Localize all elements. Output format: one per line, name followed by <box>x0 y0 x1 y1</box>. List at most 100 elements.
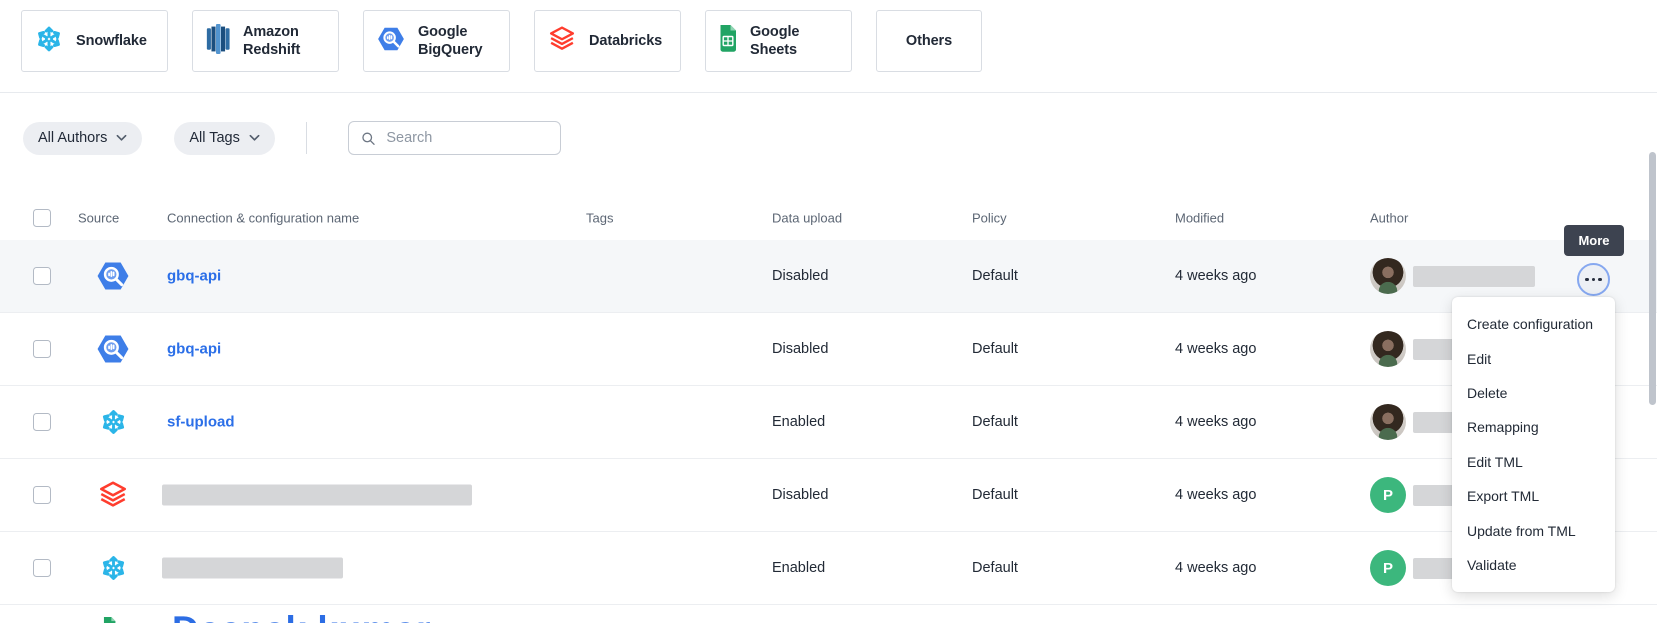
search-icon <box>361 130 376 147</box>
select-all-checkbox[interactable] <box>33 209 51 227</box>
row-checkbox[interactable] <box>33 486 51 504</box>
connector-card-snowflake[interactable]: Snowflake <box>21 10 168 72</box>
more-actions-button[interactable] <box>1577 263 1610 296</box>
connection-name-cell: gbq-api <box>167 268 221 285</box>
connector-card-label: Snowflake <box>76 32 147 50</box>
snowflake-icon <box>99 554 128 583</box>
modified-cell: 4 weeks ago <box>1175 560 1256 576</box>
table-row: sf-upload Enabled Default 4 weeks ago <box>0 386 1657 459</box>
ellipsis-icon <box>1585 278 1589 282</box>
chevron-down-icon <box>249 134 260 142</box>
connector-card-label: Google BigQuery <box>418 23 482 59</box>
google-bigquery-icon <box>95 258 131 294</box>
google-sheets-icon <box>718 25 738 52</box>
data-upload-cell: Disabled <box>772 268 828 284</box>
connector-card-google-bigquery[interactable]: Google BigQuery <box>363 10 510 72</box>
connection-name-cell <box>167 558 343 579</box>
data-upload-cell: Disabled <box>772 341 828 357</box>
connection-name-link[interactable]: sf-upload <box>167 414 235 431</box>
vertical-scrollbar-thumb[interactable] <box>1649 152 1656 405</box>
table-row: Disabled Default 4 weeks ago P <box>0 459 1657 532</box>
menu-item-edit-tml[interactable]: Edit TML <box>1452 445 1615 479</box>
menu-item-update-from-tml[interactable]: Update from TML <box>1452 513 1615 547</box>
modified-cell: 4 weeks ago <box>1175 487 1256 503</box>
connection-name-cell: Deepak kumar <box>167 609 431 623</box>
row-checkbox[interactable] <box>33 340 51 358</box>
snowflake-icon <box>99 408 128 437</box>
more-tooltip: More <box>1564 225 1624 256</box>
redacted-name-bar <box>162 558 343 579</box>
column-header-tags: Tags <box>586 210 613 225</box>
modified-cell: 4 weeks ago <box>1175 268 1256 284</box>
menu-item-create-configuration[interactable]: Create configuration <box>1452 307 1615 341</box>
connection-name-link[interactable]: Deepak kumar <box>172 609 431 623</box>
menu-item-delete[interactable]: Delete <box>1452 376 1615 410</box>
databricks-icon <box>547 26 577 52</box>
filter-bar: All Authors All Tags <box>23 121 561 155</box>
chevron-down-icon <box>116 134 127 142</box>
author-avatar: P <box>1370 477 1406 513</box>
google-bigquery-icon <box>376 24 406 54</box>
column-header-source: Source <box>78 210 119 225</box>
tags-filter-label: All Tags <box>189 130 240 146</box>
connector-card-databricks[interactable]: Databricks <box>534 10 681 72</box>
amazon-redshift-icon <box>205 24 231 54</box>
row-checkbox[interactable] <box>33 267 51 285</box>
policy-cell: Default <box>972 414 1018 430</box>
google-bigquery-icon <box>95 331 131 367</box>
author-avatar <box>1370 404 1406 440</box>
section-divider <box>0 92 1657 93</box>
author-avatar: P <box>1370 550 1406 586</box>
source-cell <box>95 408 131 437</box>
search-input[interactable] <box>384 129 548 147</box>
authors-filter-dropdown[interactable]: All Authors <box>23 122 142 155</box>
tags-filter-dropdown[interactable]: All Tags <box>174 122 275 155</box>
data-upload-cell: Enabled <box>772 560 825 576</box>
data-upload-cell: Disabled <box>772 487 828 503</box>
menu-item-edit[interactable]: Edit <box>1452 341 1615 375</box>
data-upload-cell: Enabled <box>772 414 825 430</box>
connection-name-cell: sf-upload <box>167 414 235 431</box>
modified-cell: 4 weeks ago <box>1175 414 1256 430</box>
databricks-icon <box>97 481 129 509</box>
connector-type-bar: Snowflake Amazon Redshift Google BigQuer… <box>21 10 982 72</box>
connector-card-google-sheets[interactable]: Google Sheets <box>705 10 852 72</box>
search-box <box>348 121 561 155</box>
row-checkbox[interactable] <box>33 413 51 431</box>
context-menu: Create configurationEditDeleteRemappingE… <box>1452 297 1615 592</box>
column-header-modified: Modified <box>1175 210 1224 225</box>
connector-card-label: Google Sheets <box>750 23 799 59</box>
source-cell <box>100 617 118 623</box>
column-header-name: Connection & configuration name <box>167 210 359 225</box>
connector-card-label: Amazon Redshift <box>243 23 300 59</box>
author-cell <box>1370 258 1535 294</box>
redacted-name-bar <box>162 485 472 506</box>
policy-cell: Default <box>972 341 1018 357</box>
connection-name-cell <box>167 485 472 506</box>
connector-card-others[interactable]: Others <box>876 10 982 72</box>
menu-item-remapping[interactable]: Remapping <box>1452 410 1615 444</box>
connector-card-amazon-redshift[interactable]: Amazon Redshift <box>192 10 339 72</box>
menu-item-validate[interactable]: Validate <box>1452 548 1615 582</box>
policy-cell: Default <box>972 268 1018 284</box>
source-cell <box>95 258 131 294</box>
menu-item-export-tml[interactable]: Export TML <box>1452 479 1615 513</box>
snowflake-icon <box>34 24 64 54</box>
redacted-author-name-bar <box>1413 266 1535 287</box>
row-checkbox[interactable] <box>33 559 51 577</box>
filter-divider <box>306 122 307 154</box>
connector-card-label: Others <box>906 32 952 50</box>
connection-name-link[interactable]: gbq-api <box>167 341 221 358</box>
authors-filter-label: All Authors <box>38 130 107 146</box>
table-row: Enabled Default 4 weeks ago P <box>0 532 1657 605</box>
column-header-policy: Policy <box>972 210 1007 225</box>
source-cell <box>95 331 131 367</box>
column-header-author: Author <box>1370 210 1408 225</box>
connection-name-link[interactable]: gbq-api <box>167 268 221 285</box>
connection-name-cell: gbq-api <box>167 341 221 358</box>
column-header-data-upload: Data upload <box>772 210 842 225</box>
table-header: Source Connection & configuration name T… <box>0 195 1657 241</box>
author-avatar <box>1370 258 1406 294</box>
table-body: gbq-api Disabled Default 4 weeks ago gbq… <box>0 240 1657 623</box>
google-sheets-icon <box>102 617 117 623</box>
